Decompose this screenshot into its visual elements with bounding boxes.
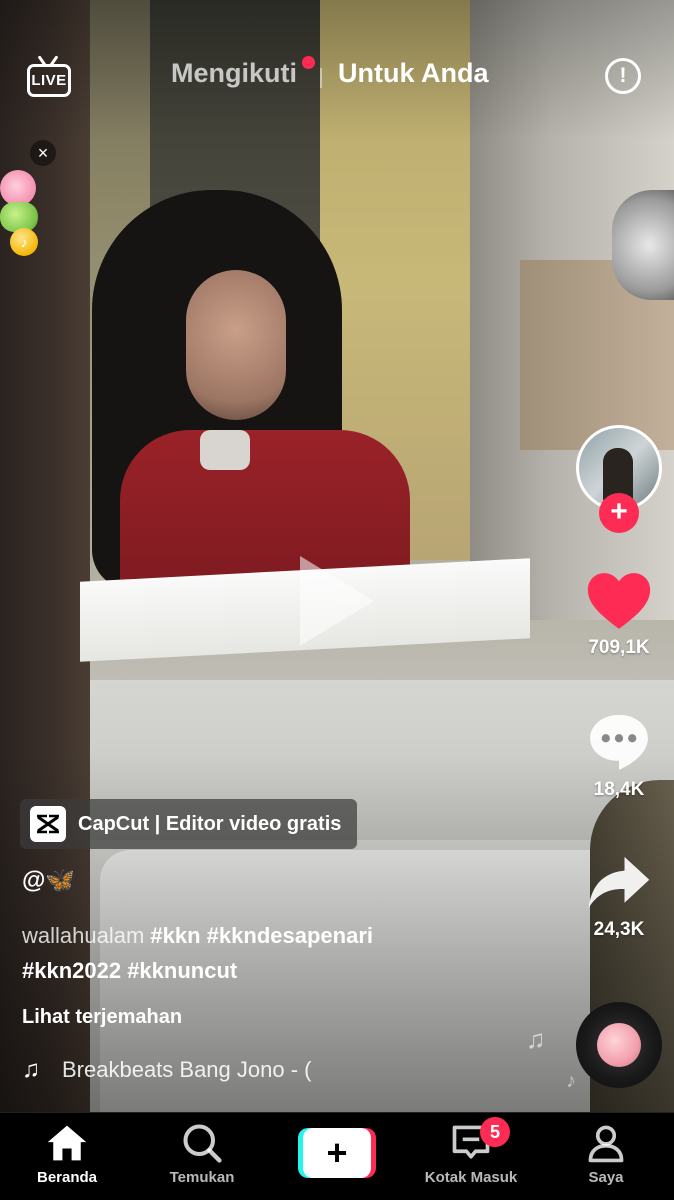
follow-button[interactable]: +	[599, 493, 639, 533]
butterfly-emoji: 🦋	[45, 867, 76, 894]
music-ticker[interactable]: ♫ Breakbeats Bang Jono - (	[22, 1054, 372, 1086]
nav-inbox[interactable]: 5 Kotak Masuk	[416, 1117, 526, 1186]
new-content-dot	[302, 56, 315, 69]
create-video-button[interactable]: +	[298, 1128, 376, 1178]
cartoon-character-icon	[0, 170, 36, 206]
sound-disc-button[interactable]	[576, 1002, 662, 1088]
share-count: 24,3K	[593, 919, 645, 940]
capcut-logo-icon	[30, 806, 66, 842]
exclamation-icon: !	[619, 64, 627, 87]
plus-icon: +	[610, 495, 628, 528]
creator-username[interactable]: @🦋	[22, 866, 75, 895]
coin-glyph: ♪	[20, 234, 28, 250]
video-scene-person-face	[186, 270, 286, 420]
caption-hashtags-line1[interactable]: #kkn #kkndesapenari	[150, 923, 373, 948]
nav-profile-label: Saya	[588, 1169, 624, 1186]
report-info-button[interactable]: !	[605, 58, 641, 94]
music-note-icon: ♫	[22, 1056, 40, 1083]
tab-separator	[320, 68, 322, 88]
nav-home[interactable]: Beranda	[12, 1121, 122, 1186]
search-icon	[147, 1121, 257, 1165]
music-note-float-icon: ♫	[526, 1024, 546, 1054]
heart-icon	[587, 573, 651, 629]
close-icon: ×	[37, 143, 49, 163]
tab-following[interactable]: Mengikuti	[171, 58, 297, 89]
capcut-label: CapCut | Editor video gratis	[78, 812, 342, 835]
feed-tabs: Mengikuti Untuk Anda	[0, 56, 674, 98]
nav-profile[interactable]: Saya	[551, 1121, 661, 1186]
username-at: @	[22, 867, 46, 894]
nav-inbox-label: Kotak Masuk	[424, 1169, 518, 1186]
melon-icon	[0, 202, 38, 232]
caption-text: wallahualam	[22, 923, 145, 948]
nav-discover-label: Temukan	[169, 1169, 235, 1186]
video-scene-person-collar	[200, 430, 250, 470]
comment-button[interactable]: 18,4K	[576, 708, 662, 801]
like-count: 709,1K	[588, 637, 650, 658]
comment-count: 18,4K	[593, 779, 645, 800]
caption-hashtags-line2[interactable]: #kkn2022 #kknuncut	[22, 958, 237, 983]
person-icon	[551, 1121, 661, 1165]
music-title: Breakbeats Bang Jono - (	[62, 1057, 312, 1082]
like-button[interactable]: 709,1K	[576, 568, 662, 659]
sound-cover-image	[597, 1023, 641, 1067]
play-icon[interactable]	[300, 556, 374, 646]
capcut-anchor-link[interactable]: CapCut | Editor video gratis	[20, 799, 358, 849]
video-scene-handle	[612, 190, 674, 300]
home-icon	[12, 1121, 122, 1165]
tiktok-coin-icon: ♪	[10, 228, 38, 256]
share-arrow-icon	[588, 856, 650, 908]
tab-for-you[interactable]: Untuk Anda	[338, 58, 489, 89]
gift-widget[interactable]: ♪ ×	[0, 140, 60, 260]
see-translation-link[interactable]: Lihat terjemahan	[22, 1006, 182, 1029]
plus-icon: +	[303, 1128, 371, 1178]
music-note-float-icon: ♪	[566, 1070, 576, 1092]
comment-bubble-icon	[590, 714, 648, 770]
nav-home-label: Beranda	[36, 1169, 98, 1186]
video-caption: wallahualam #kkn #kkndesapenari #kkn2022…	[22, 918, 552, 988]
gift-close-button[interactable]: ×	[30, 140, 56, 166]
share-button[interactable]: 24,3K	[576, 852, 662, 941]
inbox-message-icon: 5	[416, 1117, 526, 1165]
nav-discover[interactable]: Temukan	[147, 1121, 257, 1186]
inbox-badge: 5	[480, 1117, 510, 1147]
